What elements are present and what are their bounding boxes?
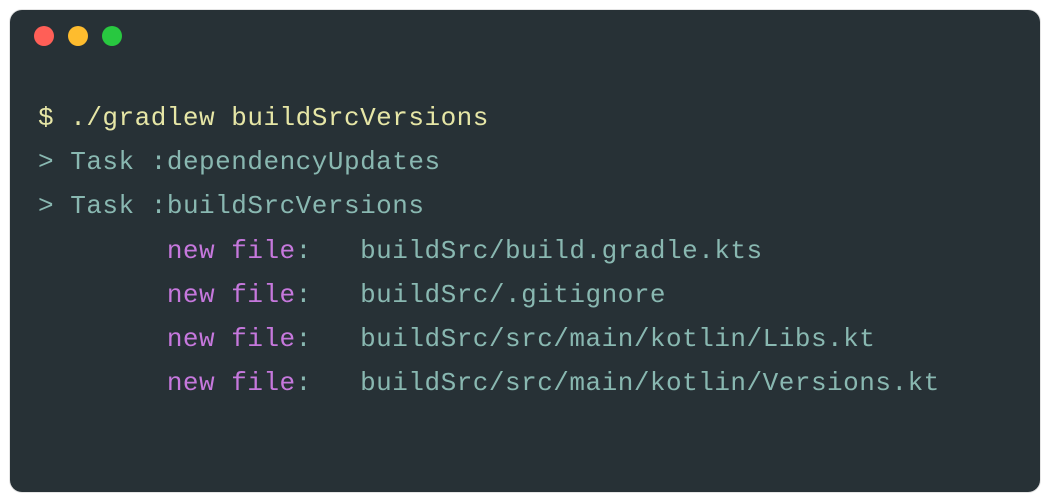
file-path: buildSrc/src/main/kotlin/Versions.kt [360, 368, 940, 398]
file-path: buildSrc/build.gradle.kts [360, 236, 763, 266]
command-line: $ ./gradlew buildSrcVersions [38, 96, 1012, 140]
colon: : [296, 368, 360, 398]
task-label: Task [70, 191, 134, 221]
file-line: new file: buildSrc/src/main/kotlin/Libs.… [38, 317, 1012, 361]
task-line: > Task :buildSrcVersions [38, 184, 1012, 228]
file-line: new file: buildSrc/build.gradle.kts [38, 229, 1012, 273]
terminal-body: $ ./gradlew buildSrcVersions > Task :dep… [10, 62, 1040, 405]
command-text: ./gradlew buildSrcVersions [70, 103, 489, 133]
file-status: new file [167, 324, 296, 354]
file-line: new file: buildSrc/.gitignore [38, 273, 1012, 317]
task-prefix: > [38, 147, 54, 177]
task-name: :dependencyUpdates [151, 147, 441, 177]
task-prefix: > [38, 191, 54, 221]
file-status: new file [167, 368, 296, 398]
maximize-icon[interactable] [102, 26, 122, 46]
file-status: new file [167, 280, 296, 310]
colon: : [296, 324, 360, 354]
titlebar [10, 10, 1040, 62]
colon: : [296, 280, 360, 310]
prompt-symbol: $ [38, 103, 54, 133]
file-path: buildSrc/src/main/kotlin/Libs.kt [360, 324, 875, 354]
minimize-icon[interactable] [68, 26, 88, 46]
terminal-window: $ ./gradlew buildSrcVersions > Task :dep… [10, 10, 1040, 492]
colon: : [296, 236, 360, 266]
task-line: > Task :dependencyUpdates [38, 140, 1012, 184]
close-icon[interactable] [34, 26, 54, 46]
file-line: new file: buildSrc/src/main/kotlin/Versi… [38, 361, 1012, 405]
task-label: Task [70, 147, 134, 177]
file-path: buildSrc/.gitignore [360, 280, 666, 310]
task-name: :buildSrcVersions [151, 191, 425, 221]
file-status: new file [167, 236, 296, 266]
